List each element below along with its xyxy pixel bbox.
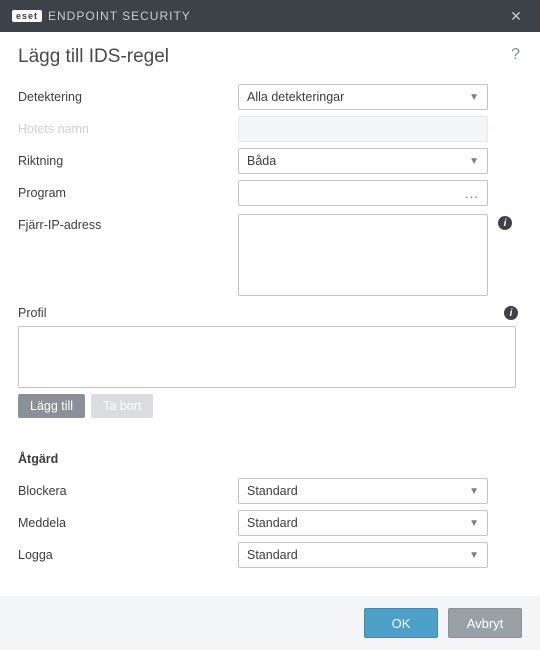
label-hotets-namn: Hotets namn (18, 122, 238, 136)
info-icon: i (504, 218, 507, 229)
select-meddela[interactable]: Standard ▼ (238, 510, 488, 536)
section-atgard: Åtgärd Blockera Standard ▼ Meddela Stand… (18, 452, 522, 570)
label-meddela: Meddela (18, 516, 238, 530)
window-close-button[interactable]: ✕ (500, 0, 532, 32)
label-blockera: Blockera (18, 484, 238, 498)
input-program[interactable]: ... (238, 180, 488, 206)
remove-profile-button: Ta bort (91, 394, 153, 418)
select-meddela-value: Standard (247, 516, 298, 530)
ok-button[interactable]: OK (364, 608, 438, 638)
help-icon: ? (511, 46, 520, 63)
label-riktning: Riktning (18, 154, 238, 168)
info-icon: i (510, 308, 513, 319)
row-fjarr-ip: Fjärr-IP-adress i (18, 214, 522, 296)
titlebar: eset ENDPOINT SECURITY ✕ (0, 0, 540, 32)
row-hotets-namn: Hotets namn (18, 114, 522, 144)
chevron-down-icon: ▼ (469, 156, 479, 167)
select-detektering[interactable]: Alla detekteringar ▼ (238, 84, 488, 110)
label-fjarr-ip: Fjärr-IP-adress (18, 214, 238, 232)
label-detektering: Detektering (18, 90, 238, 104)
page-title: Lägg till IDS-regel (18, 46, 522, 68)
chevron-down-icon: ▼ (469, 92, 479, 103)
row-riktning: Riktning Båda ▼ (18, 146, 522, 176)
select-detektering-value: Alla detekteringar (247, 90, 344, 104)
brand-badge: eset (12, 10, 42, 22)
info-profil-button[interactable]: i (504, 306, 518, 320)
add-profile-button[interactable]: Lägg till (18, 394, 85, 418)
select-logga[interactable]: Standard ▼ (238, 542, 488, 568)
row-meddela: Meddela Standard ▼ (18, 508, 522, 538)
chevron-down-icon: ▼ (469, 518, 479, 529)
select-blockera[interactable]: Standard ▼ (238, 478, 488, 504)
section-profil: Profil i Lägg till Ta bort (18, 306, 522, 418)
cancel-button[interactable]: Avbryt (448, 608, 522, 638)
row-program: Program ... (18, 178, 522, 208)
chevron-down-icon: ▼ (469, 550, 479, 561)
select-riktning[interactable]: Båda ▼ (238, 148, 488, 174)
help-button[interactable]: ? (511, 46, 520, 64)
chevron-down-icon: ▼ (469, 486, 479, 497)
label-profil: Profil (18, 306, 46, 320)
input-hotets-namn (238, 116, 488, 142)
label-logga: Logga (18, 548, 238, 562)
row-detektering: Detektering Alla detekteringar ▼ (18, 82, 522, 112)
listbox-profil[interactable] (18, 326, 516, 388)
label-program: Program (18, 186, 238, 200)
heading-atgard: Åtgärd (18, 452, 522, 466)
brand-text: ENDPOINT SECURITY (48, 9, 191, 23)
select-riktning-value: Båda (247, 154, 276, 168)
row-blockera: Blockera Standard ▼ (18, 476, 522, 506)
select-logga-value: Standard (247, 548, 298, 562)
close-icon: ✕ (510, 8, 522, 25)
select-blockera-value: Standard (247, 484, 298, 498)
browse-program-button[interactable]: ... (465, 186, 479, 201)
info-fjarr-ip-button[interactable]: i (498, 216, 512, 230)
dialog-content: Lägg till IDS-regel ? Detektering Alla d… (0, 32, 540, 570)
textarea-fjarr-ip[interactable] (238, 214, 488, 296)
row-logga: Logga Standard ▼ (18, 540, 522, 570)
app-logo: eset ENDPOINT SECURITY (12, 9, 191, 23)
dialog-footer: OK Avbryt (0, 596, 540, 650)
profil-buttons: Lägg till Ta bort (18, 394, 522, 418)
